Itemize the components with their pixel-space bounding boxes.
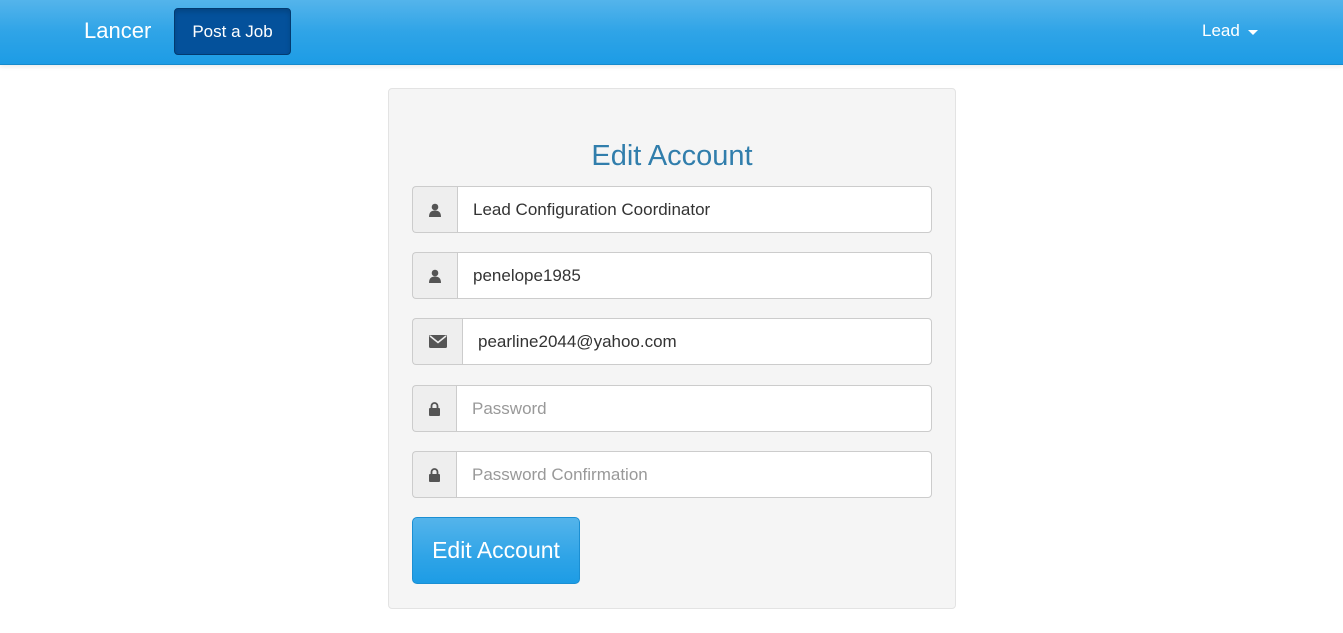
lock-icon	[412, 385, 456, 432]
edit-account-panel: Edit Account Edit Account	[388, 88, 956, 609]
envelope-icon	[412, 318, 462, 365]
user-dropdown[interactable]: Lead	[1202, 21, 1258, 41]
email-field[interactable]	[462, 318, 932, 365]
lock-icon	[412, 451, 456, 498]
user-icon	[412, 186, 457, 233]
password-confirmation-input-group	[412, 451, 932, 498]
email-input-group	[412, 318, 932, 365]
name-input-group	[412, 186, 932, 233]
user-icon	[412, 252, 457, 299]
page-title: Edit Account	[591, 140, 753, 172]
password-confirmation-field[interactable]	[456, 451, 932, 498]
edit-account-button[interactable]: Edit Account	[412, 517, 580, 584]
password-field[interactable]	[456, 385, 932, 432]
username-input-group	[412, 252, 932, 299]
top-navbar: Lancer Post a Job Lead	[0, 0, 1343, 65]
brand-link[interactable]: Lancer	[84, 18, 151, 44]
username-field[interactable]	[457, 252, 932, 299]
post-a-job-button[interactable]: Post a Job	[174, 8, 291, 55]
user-dropdown-label: Lead	[1202, 21, 1240, 40]
password-input-group	[412, 385, 932, 432]
name-field[interactable]	[457, 186, 932, 233]
caret-down-icon	[1247, 29, 1258, 35]
